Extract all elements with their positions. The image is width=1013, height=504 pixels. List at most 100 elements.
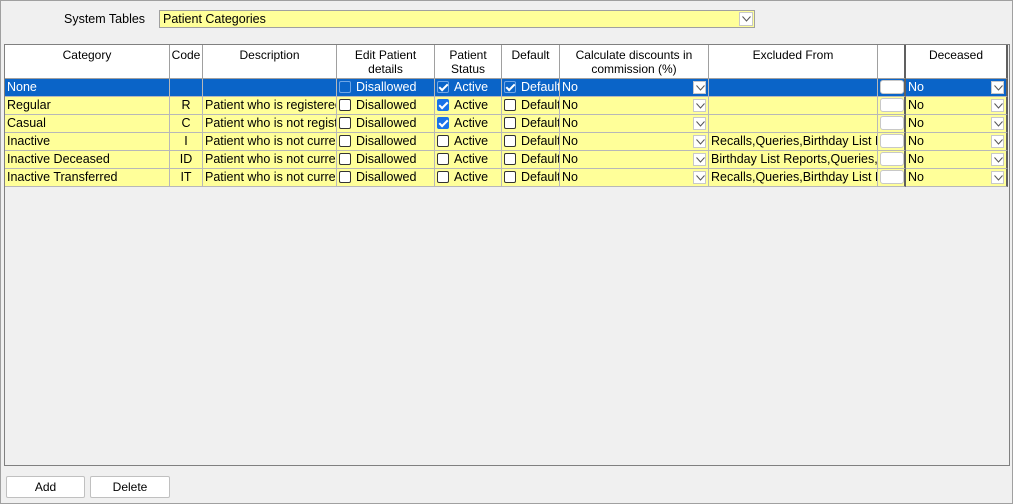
delete-button[interactable]: Delete — [90, 476, 170, 498]
deceased-select[interactable]: No — [906, 79, 1008, 97]
edit-patient-cell[interactable]: Disallowed — [337, 169, 435, 187]
patient-status-cell[interactable]: Active — [435, 169, 502, 187]
category-cell[interactable]: Inactive — [5, 133, 170, 151]
column-header-description[interactable]: Description — [203, 45, 337, 79]
blank-button[interactable] — [880, 170, 904, 184]
default-cell[interactable]: Default — [502, 133, 560, 151]
excluded-from-cell[interactable] — [709, 79, 878, 97]
default-checkbox[interactable] — [504, 117, 516, 129]
blank-cell[interactable] — [878, 79, 906, 97]
patient-status-checkbox[interactable] — [437, 99, 449, 111]
default-cell[interactable]: Default — [502, 169, 560, 187]
edit-patient-cell[interactable]: Disallowed — [337, 133, 435, 151]
chevron-down-icon[interactable] — [991, 99, 1004, 112]
default-checkbox[interactable] — [504, 135, 516, 147]
discount-select[interactable]: No — [560, 115, 709, 133]
chevron-down-icon[interactable] — [693, 171, 706, 184]
blank-cell[interactable] — [878, 115, 906, 133]
table-row[interactable]: None Disallowed Active Default No No — [5, 79, 1009, 97]
edit-patient-checkbox[interactable] — [339, 171, 351, 183]
chevron-down-icon[interactable] — [693, 81, 706, 94]
category-cell[interactable]: Regular — [5, 97, 170, 115]
deceased-select[interactable]: No — [906, 133, 1008, 151]
code-cell[interactable]: ID — [170, 151, 203, 169]
excluded-from-cell[interactable] — [709, 115, 878, 133]
table-row[interactable]: Inactive Transferred IT Patient who is not… — [5, 169, 1009, 187]
chevron-down-icon[interactable] — [693, 117, 706, 130]
patient-status-cell[interactable]: Active — [435, 79, 502, 97]
excluded-from-cell[interactable] — [709, 97, 878, 115]
description-cell[interactable]: Patient who is not registered — [203, 115, 337, 133]
category-cell[interactable]: Inactive Deceased — [5, 151, 170, 169]
blank-cell[interactable] — [878, 133, 906, 151]
edit-patient-checkbox[interactable] — [339, 135, 351, 147]
patient-status-checkbox[interactable] — [437, 117, 449, 129]
discount-select[interactable]: No — [560, 151, 709, 169]
code-cell[interactable] — [170, 79, 203, 97]
table-row[interactable]: Inactive Deceased ID Patient who is not cu… — [5, 151, 1009, 169]
chevron-down-icon[interactable] — [991, 171, 1004, 184]
table-row[interactable]: CasualCPatient who is not registered Disa… — [5, 115, 1009, 133]
edit-patient-checkbox[interactable] — [339, 81, 351, 93]
patient-status-cell[interactable]: Active — [435, 133, 502, 151]
edit-patient-checkbox[interactable] — [339, 153, 351, 165]
system-tables-select[interactable]: Patient Categories — [159, 10, 755, 28]
excluded-from-cell[interactable]: Recalls,Queries,Birthday List Reports — [709, 133, 878, 151]
column-header-category[interactable]: Category — [5, 45, 170, 79]
deceased-select[interactable]: No — [906, 115, 1008, 133]
code-cell[interactable]: C — [170, 115, 203, 133]
chevron-down-icon[interactable] — [693, 135, 706, 148]
column-header-default[interactable]: Default — [502, 45, 560, 79]
chevron-down-icon[interactable] — [693, 153, 706, 166]
blank-button[interactable] — [880, 80, 904, 94]
patient-status-checkbox[interactable] — [437, 153, 449, 165]
category-cell[interactable]: None — [5, 79, 170, 97]
chevron-down-icon[interactable] — [991, 153, 1004, 166]
patient-status-cell[interactable]: Active — [435, 97, 502, 115]
default-checkbox[interactable] — [504, 81, 516, 93]
default-cell[interactable]: Default — [502, 115, 560, 133]
default-cell[interactable]: Default — [502, 151, 560, 169]
blank-button[interactable] — [880, 152, 904, 166]
description-cell[interactable]: Patient who is not currently — [203, 169, 337, 187]
column-header-deceased[interactable]: Deceased — [906, 45, 1008, 79]
default-checkbox[interactable] — [504, 153, 516, 165]
category-cell[interactable]: Casual — [5, 115, 170, 133]
discount-select[interactable]: No — [560, 169, 709, 187]
discount-select[interactable]: No — [560, 133, 709, 151]
excluded-from-cell[interactable]: Recalls,Queries,Birthday List Reports — [709, 169, 878, 187]
edit-patient-checkbox[interactable] — [339, 117, 351, 129]
edit-patient-checkbox[interactable] — [339, 99, 351, 111]
edit-patient-cell[interactable]: Disallowed — [337, 79, 435, 97]
code-cell[interactable]: R — [170, 97, 203, 115]
default-checkbox[interactable] — [504, 99, 516, 111]
table-row[interactable]: InactiveIPatient who is not currently Dis… — [5, 133, 1009, 151]
discount-select[interactable]: No — [560, 97, 709, 115]
description-cell[interactable] — [203, 79, 337, 97]
edit-patient-cell[interactable]: Disallowed — [337, 115, 435, 133]
patient-status-cell[interactable]: Active — [435, 151, 502, 169]
column-header-blank[interactable] — [878, 45, 906, 79]
chevron-down-icon[interactable] — [991, 135, 1004, 148]
patient-status-checkbox[interactable] — [437, 171, 449, 183]
edit-patient-cell[interactable]: Disallowed — [337, 151, 435, 169]
column-header-patient-status[interactable]: Patient Status — [435, 45, 502, 79]
code-cell[interactable]: IT — [170, 169, 203, 187]
blank-cell[interactable] — [878, 97, 906, 115]
table-row[interactable]: Regular R Patient who is registered Disallo… — [5, 97, 1009, 115]
default-cell[interactable]: Default — [502, 79, 560, 97]
description-cell[interactable]: Patient who is not currently — [203, 133, 337, 151]
patient-status-checkbox[interactable] — [437, 135, 449, 147]
add-button[interactable]: Add — [6, 476, 85, 498]
chevron-down-icon[interactable] — [991, 117, 1004, 130]
chevron-down-icon[interactable] — [739, 12, 753, 26]
deceased-select[interactable]: No — [906, 169, 1008, 187]
description-cell[interactable]: Patient who is not currently — [203, 151, 337, 169]
patient-status-cell[interactable]: Active — [435, 115, 502, 133]
blank-button[interactable] — [880, 98, 904, 112]
deceased-select[interactable]: No — [906, 97, 1008, 115]
code-cell[interactable]: I — [170, 133, 203, 151]
column-header-excluded-from[interactable]: Excluded From — [709, 45, 878, 79]
edit-patient-cell[interactable]: Disallowed — [337, 97, 435, 115]
column-header-calculate-discounts[interactable]: Calculate discounts in commission (%) — [560, 45, 709, 79]
